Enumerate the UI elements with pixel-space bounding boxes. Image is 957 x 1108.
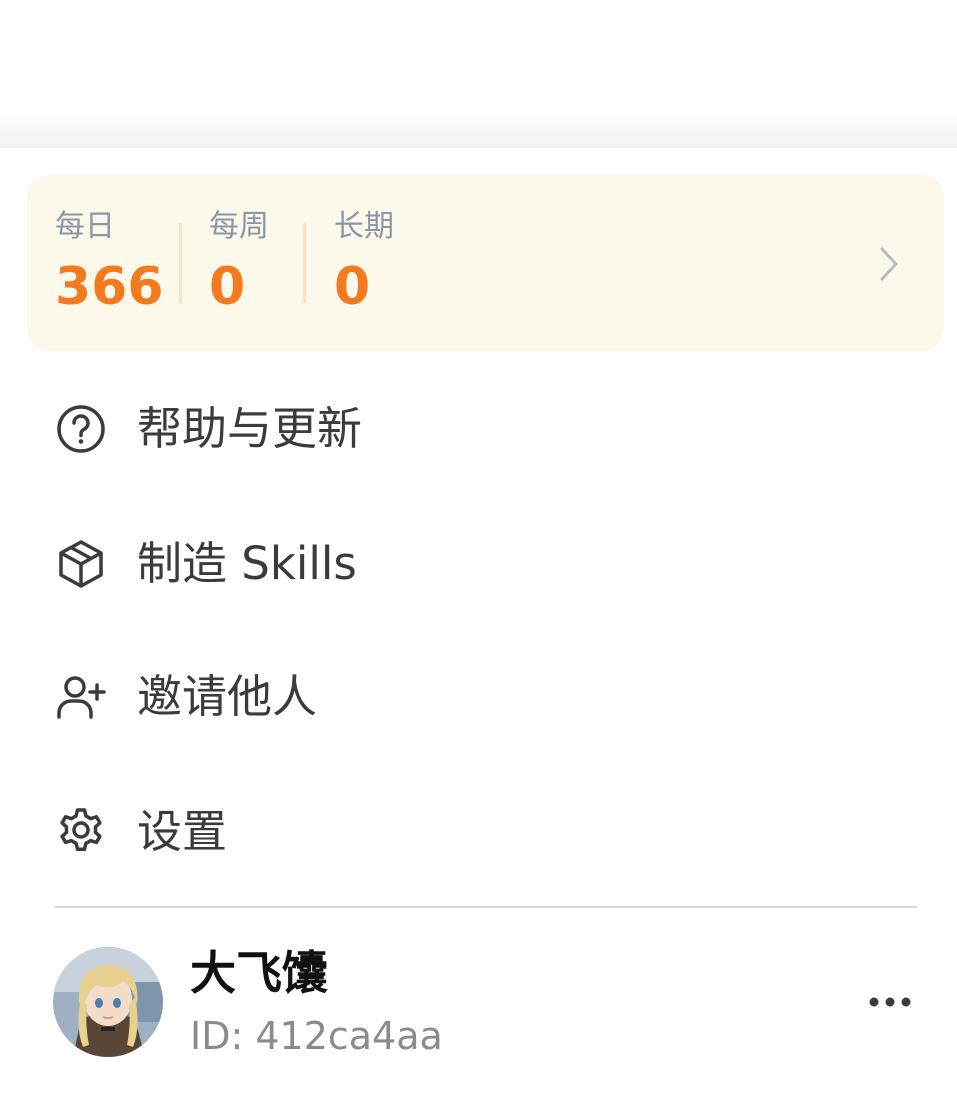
menu-item-help-and-updates[interactable]: 帮助与更新 — [55, 394, 915, 464]
menu-item-settings[interactable]: 设置 — [55, 797, 915, 867]
account-menu-panel: 每日 366 每周 0 长期 0 帮助与更新 制造 Skills 邀请他人 设置… — [0, 0, 957, 1108]
user-plus-icon — [55, 671, 107, 723]
stat-long-term-value: 0 — [334, 257, 371, 317]
stat-weekly-value: 0 — [209, 257, 246, 317]
stat-daily-value: 366 — [55, 257, 164, 317]
menu-item-label: 邀请他人 — [137, 670, 318, 723]
chevron-right-icon[interactable] — [874, 245, 904, 283]
stat-long-term-label: 长期 — [334, 209, 394, 244]
user-name: 大飞馕 — [190, 946, 328, 1000]
gear-icon — [55, 806, 107, 858]
help-circle-icon — [55, 403, 107, 455]
header-blank-area — [0, 0, 957, 148]
box-icon — [55, 538, 107, 590]
stat-daily-label: 每日 — [55, 209, 115, 244]
user-id: ID: 412ca4aa — [190, 1014, 443, 1058]
menu-item-invite-others[interactable]: 邀请他人 — [55, 662, 915, 732]
more-horizontal-icon[interactable] — [862, 982, 918, 1022]
stat-weekly: 每周 0 — [209, 205, 269, 319]
stat-daily: 每日 366 — [55, 205, 164, 319]
avatar[interactable] — [53, 947, 163, 1057]
menu-item-label: 设置 — [137, 805, 228, 858]
stat-long-term: 长期 0 — [334, 205, 394, 319]
menu-item-label: 帮助与更新 — [137, 402, 363, 455]
stat-divider — [303, 223, 306, 303]
menu-item-make-skills[interactable]: 制造 Skills — [55, 529, 915, 599]
usage-stats-card[interactable]: 每日 366 每周 0 长期 0 — [27, 175, 944, 351]
divider — [55, 906, 917, 908]
stat-divider — [179, 223, 182, 303]
stat-weekly-label: 每周 — [209, 209, 269, 244]
menu-item-label: 制造 Skills — [137, 537, 357, 590]
